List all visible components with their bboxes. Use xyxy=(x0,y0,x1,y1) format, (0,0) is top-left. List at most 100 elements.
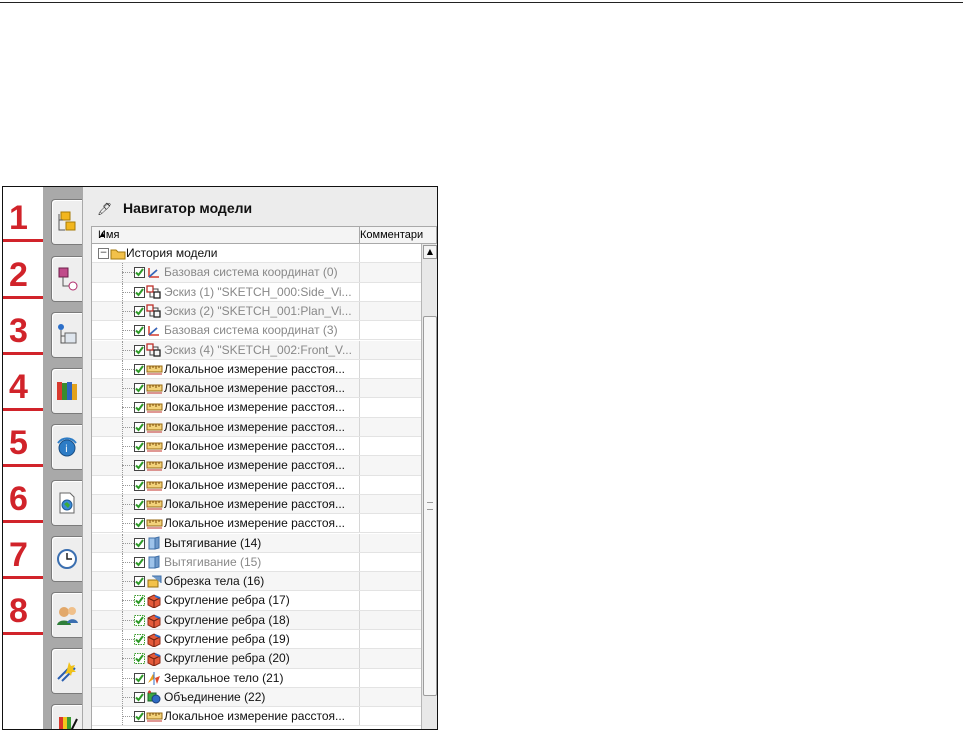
tree-connector xyxy=(122,484,134,486)
tree-row[interactable]: Локальное измерение расстоя... xyxy=(92,359,422,380)
tree-item-label: Локальное измерение расстоя... xyxy=(164,381,345,396)
datum-csys-icon xyxy=(146,323,162,338)
tree-row[interactable]: Локальное измерение расстоя... xyxy=(92,398,422,418)
checkbox-checked-icon[interactable] xyxy=(134,711,145,723)
tree-connector xyxy=(122,696,134,698)
column-divider xyxy=(359,591,360,610)
tree-row[interactable]: Локальное измерение расстоя... xyxy=(92,417,422,437)
sort-ascending-icon: ▲ xyxy=(98,229,107,239)
collapse-icon[interactable]: − xyxy=(98,248,109,259)
pin-icon[interactable]: 🖊 xyxy=(97,202,112,216)
tree-row[interactable]: Скругление ребра (19) xyxy=(92,630,422,650)
resource-tab-3[interactable] xyxy=(51,312,82,358)
tree-item-label: Эскиз (4) "SKETCH_002:Front_V... xyxy=(164,342,352,357)
checkbox-checked-icon[interactable] xyxy=(134,479,145,491)
tree-row[interactable]: Эскиз (4) "SKETCH_002:Front_V... xyxy=(92,340,422,360)
tree-row[interactable]: Обрезка тела (16) xyxy=(92,572,422,592)
column-divider xyxy=(359,707,360,726)
tree-row[interactable]: Локальное измерение расстоя... xyxy=(92,437,422,457)
tree-connector xyxy=(122,716,134,718)
callout-number-6: 6 xyxy=(9,480,28,518)
vertical-scrollbar[interactable]: ▲ xyxy=(421,244,437,729)
resource-tab-6[interactable] xyxy=(51,480,82,526)
tree-item-label: Локальное измерение расстоя... xyxy=(164,516,345,531)
tree-root-row[interactable]: − История модели xyxy=(92,244,422,264)
checkbox-checked-icon[interactable] xyxy=(134,556,145,568)
checkbox-checked-icon[interactable] xyxy=(134,672,145,684)
checkbox-checked-icon[interactable] xyxy=(134,634,145,645)
column-name-header[interactable]: Имя ▲ xyxy=(92,227,360,243)
measure-distance-icon xyxy=(146,420,163,435)
checkbox-checked-icon[interactable] xyxy=(134,325,145,337)
tree-row[interactable]: Локальное измерение расстоя... xyxy=(92,494,422,515)
tree-connector xyxy=(122,272,134,274)
tree-row[interactable]: Скругление ребра (20) xyxy=(92,649,422,669)
checkbox-checked-icon[interactable] xyxy=(134,441,145,452)
tree-row[interactable]: Скругление ребра (17) xyxy=(92,591,422,611)
measure-distance-icon xyxy=(146,516,163,531)
resource-tab-4[interactable] xyxy=(51,368,82,414)
checkbox-checked-icon[interactable] xyxy=(134,305,145,317)
resource-tab-5[interactable]: i xyxy=(51,424,82,470)
checkbox-checked-icon[interactable] xyxy=(134,267,145,279)
tree-row[interactable]: Эскиз (1) "SKETCH_000:Side_Vi... xyxy=(92,282,422,302)
checkbox-checked-icon[interactable] xyxy=(134,537,145,549)
checkbox-checked-icon[interactable] xyxy=(134,498,145,510)
callout-column: 1 2 3 4 5 6 7 8 xyxy=(3,187,69,729)
checkbox-checked-icon[interactable] xyxy=(134,363,145,375)
svg-text:i: i xyxy=(65,444,68,455)
scroll-up-arrow-icon[interactable]: ▲ xyxy=(423,245,437,259)
resource-tab-2[interactable] xyxy=(51,256,82,302)
resource-tab-10[interactable] xyxy=(51,704,82,729)
edge-blend-icon xyxy=(146,613,162,629)
tree-row[interactable]: Локальное измерение расстоя... xyxy=(92,514,422,534)
tree-connector xyxy=(122,503,134,505)
checkbox-checked-icon[interactable] xyxy=(134,576,145,588)
tree-item-label: Скругление ребра (18) xyxy=(164,612,290,627)
checkbox-checked-icon[interactable] xyxy=(134,653,145,665)
tree-row[interactable]: Базовая система координат (0) xyxy=(92,263,422,283)
model-navigator-panel: 🖊 Навигатор модели Имя ▲ Комментари − Ист… xyxy=(83,187,437,729)
tree-row[interactable]: Эскиз (2) "SKETCH_001:Plan_Vi... xyxy=(92,301,422,322)
checkbox-checked-icon[interactable] xyxy=(134,383,145,395)
measure-distance-icon xyxy=(146,381,163,396)
checkbox-checked-icon[interactable] xyxy=(134,286,145,298)
column-divider xyxy=(359,301,360,321)
tree-row[interactable]: Локальное измерение расстоя... xyxy=(92,379,422,399)
tree-row[interactable]: Локальное измерение расстоя... xyxy=(92,707,422,727)
tree-row[interactable]: Локальное измерение расстоя... xyxy=(92,456,422,476)
resource-tab-7[interactable] xyxy=(51,536,82,582)
checkbox-checked-icon[interactable] xyxy=(134,691,145,703)
tree-connector xyxy=(122,523,134,525)
tree-row[interactable]: Скругление ребра (18) xyxy=(92,610,422,630)
resource-tab-9[interactable] xyxy=(51,648,82,694)
scroll-thumb[interactable] xyxy=(423,316,437,696)
tree-row[interactable]: Базовая система координат (3) xyxy=(92,321,422,341)
mirror-body-icon xyxy=(146,671,162,686)
resource-tab-1[interactable] xyxy=(51,199,82,245)
checkbox-checked-icon[interactable] xyxy=(134,421,145,433)
column-divider xyxy=(359,263,360,282)
checkbox-checked-icon[interactable] xyxy=(134,595,145,607)
checkbox-checked-icon[interactable] xyxy=(134,460,145,472)
sketch-icon xyxy=(146,342,162,358)
resource-tab-8[interactable] xyxy=(51,592,82,638)
checkbox-checked-icon[interactable] xyxy=(134,614,145,626)
tree-row[interactable]: Локальное измерение расстоя... xyxy=(92,475,422,495)
column-comment-header[interactable]: Комментари xyxy=(360,229,423,241)
measure-distance-icon xyxy=(146,709,163,724)
checkbox-checked-icon[interactable] xyxy=(134,402,145,414)
tree-item-label: Локальное измерение расстоя... xyxy=(164,419,345,434)
checkbox-checked-icon[interactable] xyxy=(134,344,145,356)
tree-row[interactable]: Вытягивание (15) xyxy=(92,552,422,573)
tree-row[interactable]: Вытягивание (14) xyxy=(92,533,422,553)
tree-connector xyxy=(122,658,134,660)
tree-connector xyxy=(122,368,134,370)
measure-distance-icon xyxy=(146,478,163,493)
tree-row[interactable]: Объединение (22) xyxy=(92,687,422,708)
tree-row[interactable]: Зеркальное тело (21) xyxy=(92,668,422,688)
tree-item-label: Объединение (22) xyxy=(164,689,266,704)
checkbox-checked-icon[interactable] xyxy=(134,518,145,530)
grip-icon xyxy=(427,502,433,510)
tree-connector xyxy=(122,581,134,583)
